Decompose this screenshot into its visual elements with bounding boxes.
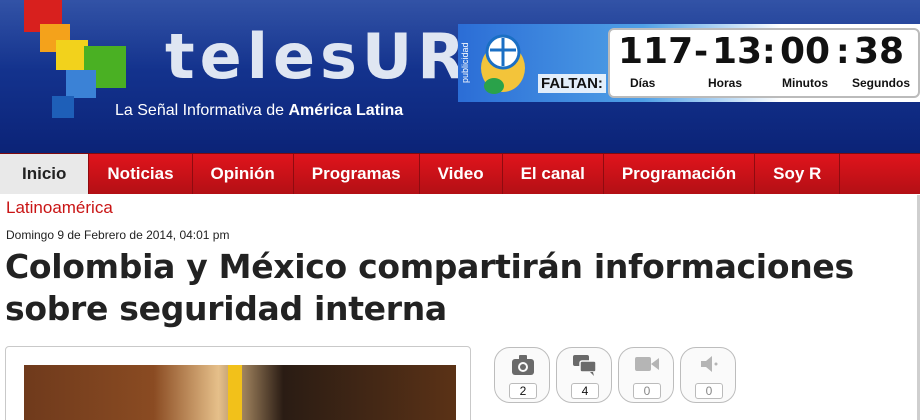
countdown-hours-label: Horas <box>708 76 743 90</box>
nav-item-programas[interactable]: Programas <box>294 154 420 194</box>
countdown-minutes: 00 <box>780 31 831 72</box>
comments-count: 4 <box>571 383 599 399</box>
nav-item-programacion[interactable]: Programación <box>604 154 756 194</box>
comments-button[interactable]: 4 <box>556 347 612 403</box>
article-photo-frame <box>5 346 471 420</box>
nav-item-noticias[interactable]: Noticias <box>89 154 193 194</box>
speaker-icon <box>681 354 737 378</box>
telesur-logo-text[interactable]: telesUR <box>165 22 470 92</box>
photo-flag-detail <box>228 365 242 420</box>
article-headline: Colombia y México compartirán informacio… <box>5 247 854 328</box>
countdown-days: 117 <box>618 31 694 72</box>
videos-count: 0 <box>633 383 661 399</box>
nav-item-soy-reportero[interactable]: Soy R <box>755 154 841 194</box>
media-counters: 2 4 0 0 <box>494 347 736 403</box>
article-category-link[interactable]: Latinoamérica <box>6 198 113 218</box>
countdown-timer: 117 - 13 : 00 : 38 Días Horas Minutos Se… <box>608 28 920 98</box>
countdown-seconds-label: Segundos <box>852 76 911 90</box>
photos-button[interactable]: 2 <box>494 347 550 403</box>
camera-icon <box>495 354 551 378</box>
publicidad-label: publicidad <box>460 42 470 84</box>
countdown-separator: - <box>694 32 709 72</box>
logo-square-dark-blue <box>52 96 74 118</box>
countdown-ad-banner[interactable]: publicidad FALTAN: 117 - 13 : 00 : 38 Dí… <box>458 24 920 102</box>
countdown-separator: : <box>836 32 850 72</box>
photos-count: 2 <box>509 383 537 399</box>
article-date: Domingo 9 de Febrero de 2014, 04:01 pm <box>6 228 230 242</box>
nav-item-el-canal[interactable]: El canal <box>503 154 604 194</box>
tagline-text: La Señal Informativa de <box>115 102 289 119</box>
countdown-separator: : <box>762 32 776 72</box>
logo-square-light-blue <box>66 70 96 98</box>
mascot-illustration <box>481 34 525 94</box>
comments-icon <box>557 354 613 378</box>
audio-count: 0 <box>695 383 723 399</box>
main-nav: Inicio Noticias Opinión Programas Video … <box>0 153 920 194</box>
nav-item-video[interactable]: Video <box>420 154 503 194</box>
countdown-minutes-label: Minutos <box>782 76 828 90</box>
tagline-bold: América Latina <box>288 102 404 119</box>
videos-button[interactable]: 0 <box>618 347 674 403</box>
audio-button[interactable]: 0 <box>680 347 736 403</box>
site-tagline: La Señal Informativa de América Latina <box>115 102 403 120</box>
countdown-seconds: 38 <box>854 31 905 72</box>
countdown-hours: 13 <box>712 31 763 72</box>
countdown-days-label: Días <box>630 76 656 90</box>
nav-item-opinion[interactable]: Opinión <box>193 154 294 194</box>
article-photo[interactable] <box>24 365 456 420</box>
video-camera-icon <box>619 354 675 378</box>
nav-item-inicio[interactable]: Inicio <box>0 154 90 194</box>
faltan-label: FALTAN: <box>538 74 606 93</box>
site-header: telesUR La Señal Informativa de América … <box>0 0 920 153</box>
